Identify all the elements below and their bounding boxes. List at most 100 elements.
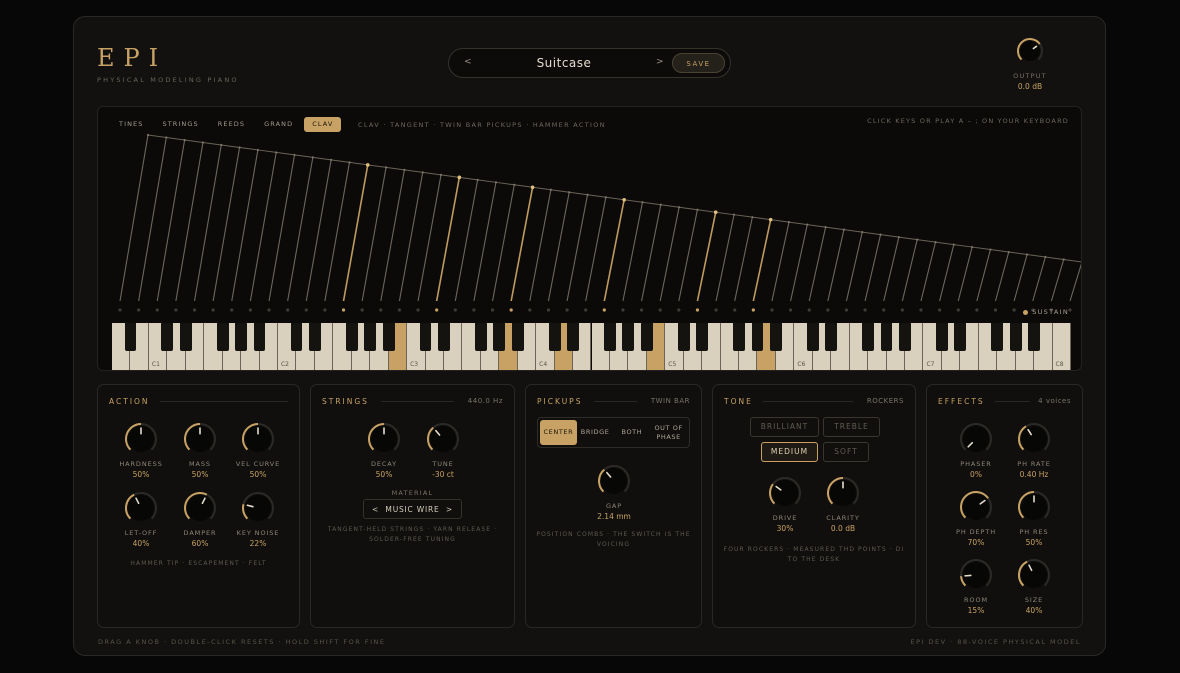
black-key[interactable] [235, 323, 247, 351]
knob-dial[interactable] [767, 475, 803, 511]
key-noise-knob[interactable]: KEY NOISE 22% [228, 490, 288, 548]
black-key[interactable] [862, 323, 875, 351]
let-off-knob[interactable]: LET-OFF 40% [111, 490, 171, 548]
tab-strings[interactable]: STRINGS [154, 117, 206, 132]
knob-dial[interactable] [1016, 557, 1052, 593]
black-key[interactable] [438, 323, 450, 351]
knob-dial[interactable] [240, 421, 276, 457]
ph-depth-knob[interactable]: PH DEPTH 70% [946, 489, 1006, 547]
knob-dial[interactable] [240, 490, 276, 526]
black-key[interactable] [1028, 323, 1040, 351]
pickup-both-button[interactable]: BOTH [614, 420, 651, 445]
output-knob[interactable] [1015, 36, 1045, 66]
pickup-bridge-button[interactable]: BRIDGE [577, 420, 614, 445]
black-key[interactable] [216, 323, 229, 351]
bridge-pin [677, 206, 681, 209]
preset-next-button[interactable]: > [656, 57, 664, 67]
size-knob[interactable]: SIZE 40% [1004, 557, 1064, 615]
black-key[interactable] [1009, 323, 1022, 351]
black-key[interactable] [493, 323, 506, 351]
black-key[interactable] [290, 323, 303, 351]
knob-dial[interactable] [182, 490, 218, 526]
black-key[interactable] [751, 323, 764, 351]
black-key[interactable] [806, 323, 819, 351]
black-key[interactable] [604, 323, 616, 351]
knob-dial[interactable] [1016, 421, 1052, 457]
black-key[interactable] [308, 323, 321, 351]
knob-dial[interactable] [182, 421, 218, 457]
black-key[interactable] [677, 323, 690, 351]
black-key[interactable] [511, 323, 524, 351]
phaser-knob[interactable]: PHASER 0% [946, 421, 1006, 479]
black-key[interactable] [345, 323, 358, 351]
piano-keyboard[interactable]: C1 C2 C3 C4 C5 C6 C7 C8 [112, 323, 1071, 370]
mode-description: CLAV · TANGENT · TWIN BAR PICKUPS · HAMM… [358, 121, 606, 129]
knob-dial[interactable] [425, 421, 461, 457]
knob-dial[interactable] [1016, 489, 1052, 525]
knob-label: DECAY [370, 460, 398, 468]
black-key[interactable] [733, 323, 745, 351]
knob-dial[interactable] [123, 421, 159, 457]
tab-clav[interactable]: CLAV [304, 117, 342, 132]
material-prev-button[interactable]: < [372, 505, 379, 514]
rocker-treble[interactable]: TREBLE [823, 417, 880, 437]
drive-knob[interactable]: DRIVE 30% [755, 475, 815, 533]
material-next-button[interactable]: > [446, 505, 453, 514]
black-key[interactable] [567, 323, 579, 351]
tune-knob[interactable]: TUNE -30 ct [413, 421, 473, 479]
mass-knob[interactable]: MASS 50% [170, 421, 230, 479]
hardness-knob[interactable]: HARDNESS 50% [111, 421, 171, 479]
output-control: OUTPUT 0.0 dB [1008, 36, 1052, 91]
black-key[interactable] [548, 323, 561, 351]
black-key[interactable] [825, 323, 838, 351]
black-key[interactable] [770, 323, 782, 351]
black-key[interactable] [364, 323, 377, 351]
knob-dial[interactable] [123, 490, 159, 526]
black-key[interactable] [179, 323, 192, 351]
clarity-knob[interactable]: CLARITY 0.0 dB [813, 475, 873, 533]
vel-curve-knob[interactable]: VEL CURVE 50% [228, 421, 288, 479]
rocker-soft[interactable]: SOFT [823, 442, 869, 462]
save-button[interactable]: SAVE [672, 53, 725, 73]
gap-knob[interactable]: GAP 2.14 mm [584, 463, 644, 521]
rocker-brilliant[interactable]: BRILLIANT [750, 417, 819, 437]
preset-name[interactable]: Suitcase [489, 56, 639, 70]
preset-prev-button[interactable]: < [464, 57, 472, 67]
tab-tines[interactable]: TINES [111, 117, 151, 132]
black-key[interactable] [622, 323, 635, 351]
black-key[interactable] [124, 323, 137, 351]
black-key[interactable] [880, 323, 893, 351]
black-key[interactable] [161, 323, 174, 351]
black-key[interactable] [382, 323, 395, 351]
pickup-center-button[interactable]: CENTER [540, 420, 577, 445]
knob-dial[interactable] [958, 421, 994, 457]
ph-rate-knob[interactable]: PH RATE 0.40 Hz [1004, 421, 1064, 479]
rocker-medium[interactable]: MEDIUM [761, 442, 818, 462]
sustain-label: SUSTAIN [1032, 308, 1069, 316]
black-key[interactable] [640, 323, 653, 351]
knob-dial[interactable] [958, 489, 994, 525]
material-selector[interactable]: < MUSIC WIRE > [363, 499, 462, 519]
pickup-out-of-phase-button[interactable]: OUT OF PHASE [650, 420, 687, 445]
decay-knob[interactable]: DECAY 50% [354, 421, 414, 479]
bridge-pin [365, 163, 370, 167]
tab-grand[interactable]: GRAND [256, 117, 301, 132]
knob-dial[interactable] [825, 475, 861, 511]
ph-res-knob[interactable]: PH RES 50% [1004, 489, 1064, 547]
black-key[interactable] [954, 323, 967, 351]
black-key[interactable] [419, 323, 432, 351]
black-key[interactable] [936, 323, 948, 351]
black-key[interactable] [899, 323, 911, 351]
white-key[interactable]: C8 [1052, 323, 1071, 370]
black-key[interactable] [696, 323, 709, 351]
black-key[interactable] [253, 323, 266, 351]
damper-knob[interactable]: DAMPER 60% [170, 490, 230, 548]
knob-dial[interactable] [596, 463, 632, 499]
knob-dial[interactable] [958, 557, 994, 593]
knob-dial[interactable] [366, 421, 402, 457]
black-key[interactable] [474, 323, 487, 351]
black-key[interactable] [991, 323, 1004, 351]
room-knob[interactable]: ROOM 15% [946, 557, 1006, 615]
tab-reeds[interactable]: REEDS [210, 117, 253, 132]
sustain-indicator[interactable]: SUSTAIN [1023, 308, 1069, 316]
